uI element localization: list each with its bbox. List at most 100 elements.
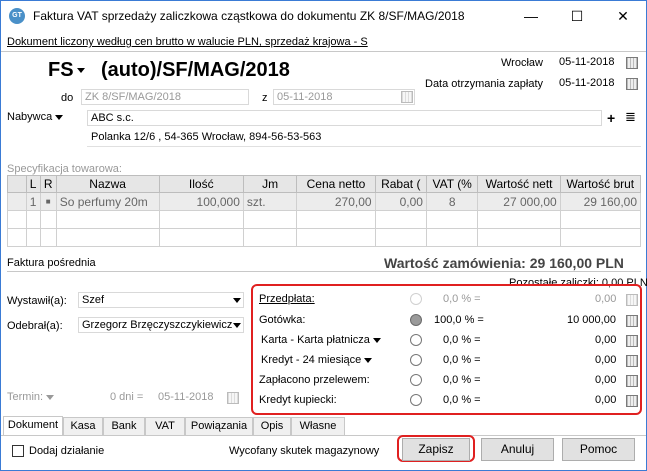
table-cell: 100,000	[158, 192, 244, 211]
chevron-down-icon	[372, 337, 381, 343]
chevron-down-icon[interactable]	[233, 323, 241, 328]
chevron-down-icon	[46, 394, 55, 400]
col-header[interactable]: Wartość brut	[559, 175, 642, 193]
calendar-icon[interactable]	[626, 57, 638, 69]
minimize-button[interactable]: —	[508, 1, 554, 31]
col-header[interactable]: Rabat (	[374, 175, 427, 193]
buyer-name-field[interactable]: ABC s.c.	[87, 110, 602, 126]
buyer-list-icon[interactable]: ≣	[625, 109, 636, 125]
calculator-icon	[626, 294, 638, 306]
table-row[interactable]	[7, 210, 642, 229]
tab-powiazania[interactable]: Powiązania	[185, 417, 253, 435]
payment-radio[interactable]	[410, 334, 422, 346]
receiver-label: Odebrał(a):	[7, 320, 63, 332]
cancel-button[interactable]: Anuluj	[481, 438, 554, 461]
term-days: 0 dni =	[110, 391, 144, 403]
payment-amount[interactable]: 0,00	[595, 334, 616, 346]
tab-opis[interactable]: Opis	[253, 417, 291, 435]
col-header[interactable]: Jm	[242, 175, 298, 193]
chevron-down-icon	[55, 114, 64, 120]
tab-kasa[interactable]: Kasa	[63, 417, 103, 435]
payment-percent[interactable]: 0,0 % =	[443, 354, 481, 366]
window-title: Faktura VAT sprzedaży zaliczkowa cząstko…	[33, 9, 465, 23]
payment-amount[interactable]: 0,00	[595, 374, 616, 386]
term-date: 05-11-2018	[158, 391, 214, 403]
table-row[interactable]: 1 ■ So perfumy 20m 100,000 szt. 270,00 0…	[7, 192, 642, 211]
add-buyer-icon[interactable]: +	[607, 110, 615, 126]
col-header[interactable]: Ilość	[158, 175, 244, 193]
do-label: do	[61, 92, 74, 104]
payment-amount[interactable]: 10 000,00	[567, 314, 616, 326]
calculator-icon[interactable]	[626, 335, 638, 347]
payment-radio[interactable]	[410, 354, 422, 366]
table-cell	[7, 192, 27, 211]
payment-label[interactable]: Przedpłata:	[259, 293, 315, 305]
issuer-field[interactable]: Szef	[78, 292, 244, 308]
col-header[interactable]: L	[25, 175, 41, 193]
table-cell: 270,00	[296, 192, 376, 211]
payment-radio	[410, 293, 422, 305]
chevron-down-icon	[364, 357, 373, 363]
payment-radio[interactable]	[410, 314, 422, 326]
tab-wlasne[interactable]: Własne	[291, 417, 345, 435]
table-cell: 8	[425, 192, 479, 211]
calculator-icon[interactable]	[626, 375, 638, 387]
col-header[interactable]: Cena netto	[296, 175, 376, 193]
payment-label: Gotówka:	[259, 314, 306, 326]
table-cell: 27 000,00	[477, 192, 561, 211]
spec-label: Specyfikacja towarowa:	[7, 163, 122, 175]
tab-vat[interactable]: VAT	[145, 417, 185, 435]
col-header[interactable]	[7, 175, 27, 193]
chevron-down-icon[interactable]	[233, 298, 241, 303]
payment-amount[interactable]: 0,00	[595, 354, 616, 366]
payment-radio[interactable]	[410, 374, 422, 386]
calculator-icon[interactable]	[626, 355, 638, 367]
payment-label: Zapłacono przelewem:	[259, 374, 370, 386]
divider	[87, 146, 641, 147]
issuer-label: Wystawił(a):	[7, 295, 67, 307]
add-action-checkbox[interactable]	[12, 445, 24, 457]
place-label: Wrocław	[501, 57, 543, 69]
tab-bank[interactable]: Bank	[103, 417, 145, 435]
payment-method-dropdown[interactable]: Karta - Karta płatnicza	[261, 334, 381, 346]
table-header-row: L R Nazwa Ilość Jm Cena netto Rabat ( VA…	[7, 175, 642, 193]
table-row[interactable]	[7, 228, 642, 247]
tab-dokument[interactable]: Dokument	[3, 416, 63, 435]
receipt-date-label: Data otrzymania zapłaty	[425, 78, 543, 90]
divider	[7, 271, 641, 272]
receipt-date-field[interactable]: 05-11-2018	[556, 76, 621, 92]
payment-label: Kredyt kupiecki:	[259, 394, 337, 406]
payment-percent[interactable]: 0,0 % =	[443, 394, 481, 406]
doc-number: (auto)/SF/MAG/2018	[101, 59, 290, 81]
chevron-down-icon	[76, 68, 85, 74]
col-header[interactable]: VAT (%	[425, 175, 479, 193]
doc-type-dropdown[interactable]: FS	[48, 59, 85, 82]
term-label: Termin:	[7, 391, 44, 403]
save-button[interactable]: Zapisz	[402, 438, 470, 461]
calculator-icon[interactable]	[626, 315, 638, 327]
buyer-address: Polanka 12/6 , 54-365 Wrocław, 894-56-53…	[91, 131, 322, 143]
col-header[interactable]: Nazwa	[55, 175, 160, 193]
col-header[interactable]: R	[39, 175, 57, 193]
order-value: Wartość zamówienia: 29 160,00 PLN	[384, 255, 624, 271]
document-mode-link[interactable]: Dokument liczony według cen brutto w wal…	[7, 36, 368, 48]
close-button[interactable]: ✕	[600, 1, 646, 31]
maximize-button[interactable]: ☐	[554, 1, 600, 31]
col-header[interactable]: Wartość nett	[477, 175, 561, 193]
issue-date-field[interactable]: 05-11-2018	[556, 55, 621, 71]
receiver-field[interactable]: Grzegorz Brzęczyszczykiewicz	[78, 317, 244, 333]
table-cell: szt.	[242, 192, 298, 211]
invoice-window: GT Faktura VAT sprzedaży zaliczkowa cząs…	[0, 0, 647, 471]
help-button[interactable]: Pomoc	[562, 438, 635, 461]
payment-amount[interactable]: 0,00	[595, 394, 616, 406]
calendar-icon[interactable]	[626, 78, 638, 90]
payment-radio[interactable]	[410, 394, 422, 406]
payment-percent[interactable]: 0,0 % =	[443, 334, 481, 346]
calendar-icon	[401, 91, 413, 103]
payment-percent: 0,0 % =	[443, 293, 481, 305]
payment-method-dropdown[interactable]: Kredyt - 24 miesiące	[261, 354, 373, 366]
buyer-dropdown[interactable]: Nabywca	[7, 111, 64, 123]
calculator-icon[interactable]	[626, 395, 638, 407]
payment-percent[interactable]: 100,0 % =	[434, 314, 484, 326]
payment-percent[interactable]: 0,0 % =	[443, 374, 481, 386]
